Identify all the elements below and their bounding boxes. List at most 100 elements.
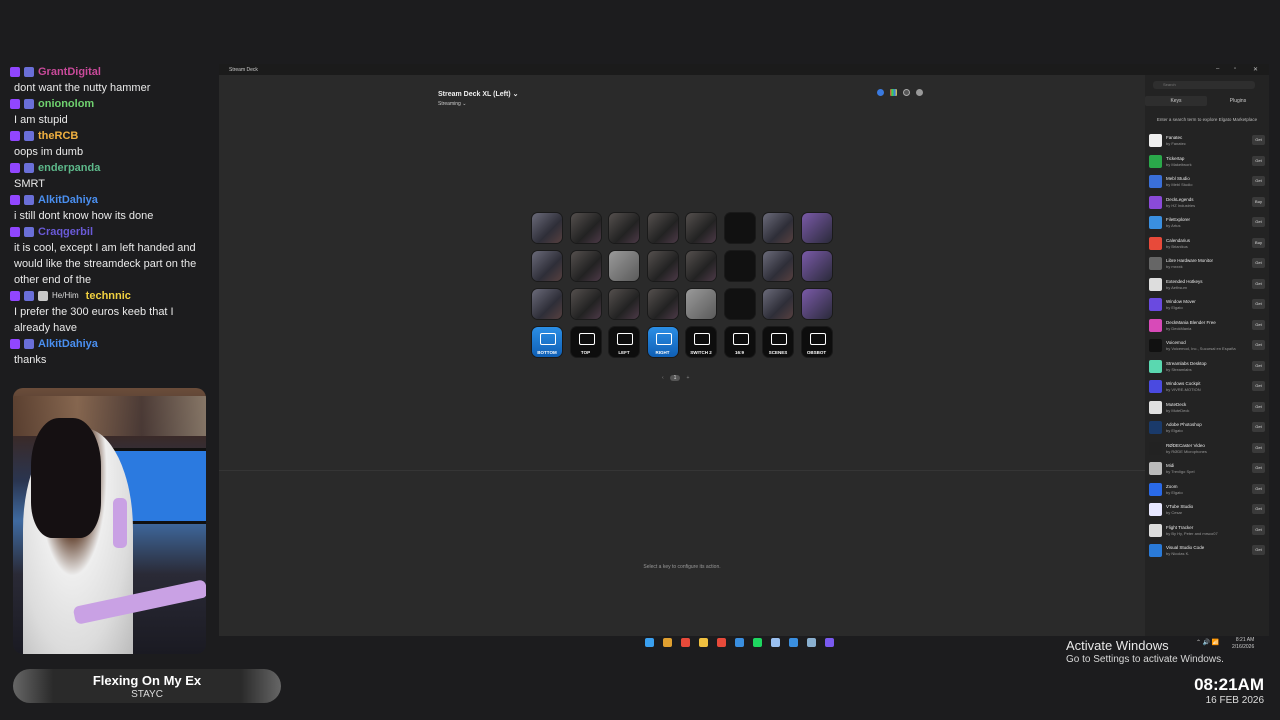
- deck-key[interactable]: OBSBOT: [801, 327, 832, 357]
- bell-icon[interactable]: [877, 89, 884, 96]
- marketplace-icon[interactable]: [890, 89, 897, 96]
- plugin-item[interactable]: Adobe Photoshop by Elgato Get: [1149, 418, 1267, 439]
- plugin-item[interactable]: Windows Cockpit by VIVRE-MOTION Get: [1149, 377, 1267, 398]
- plugin-get-button[interactable]: Get: [1252, 176, 1265, 186]
- deck-key[interactable]: [532, 289, 562, 319]
- plugin-get-button[interactable]: Get: [1252, 360, 1265, 371]
- plugin-get-button[interactable]: Get: [1252, 319, 1265, 330]
- deck-key[interactable]: RIGHT: [647, 327, 678, 357]
- plugin-get-button[interactable]: Get: [1252, 258, 1265, 268]
- plugin-get-button[interactable]: Get: [1252, 504, 1265, 514]
- chat-username[interactable]: AlkitDahiya: [38, 336, 98, 352]
- search-input[interactable]: Search: [1153, 81, 1255, 89]
- plugin-item[interactable]: RØDECaster Video by RØDE Microphones Get: [1149, 439, 1267, 460]
- deck-key[interactable]: [609, 213, 639, 243]
- plugin-get-button[interactable]: Buy: [1252, 237, 1265, 248]
- plugin-item[interactable]: Zoom by Elgato Get: [1149, 480, 1267, 501]
- plugin-item[interactable]: Libre Hardware Monitor by mxxxk Get: [1149, 254, 1267, 275]
- tab-plugins[interactable]: Plugins: [1207, 96, 1269, 106]
- prev-page-icon[interactable]: ‹: [662, 375, 664, 381]
- tab-keys[interactable]: Keys: [1145, 96, 1207, 106]
- app2-icon[interactable]: [771, 638, 780, 647]
- deck-key[interactable]: [532, 213, 562, 243]
- plugin-get-button[interactable]: Get: [1252, 135, 1265, 145]
- plugin-get-button[interactable]: Get: [1252, 278, 1265, 289]
- tray-clock[interactable]: 8:21 AM 2/16/2026: [1232, 637, 1254, 651]
- plugin-get-button[interactable]: Get: [1252, 155, 1265, 166]
- deck-key[interactable]: [724, 289, 755, 319]
- chat-username[interactable]: GrantDigital: [38, 64, 101, 80]
- deck-key[interactable]: [647, 251, 678, 281]
- plugin-get-button[interactable]: Get: [1252, 524, 1265, 535]
- deck-key[interactable]: BOTTOM: [532, 327, 562, 357]
- plugin-get-button[interactable]: Get: [1252, 401, 1265, 412]
- avatar[interactable]: [916, 89, 923, 96]
- browser-icon[interactable]: [663, 638, 672, 647]
- deck-key[interactable]: [686, 289, 716, 319]
- plugin-item[interactable]: FileExplorer by Artus Get: [1149, 213, 1267, 234]
- plugin-item[interactable]: DeckMania Blender Free by DeckMania Get: [1149, 316, 1267, 337]
- deck-key[interactable]: [647, 213, 678, 243]
- plugin-get-button[interactable]: Get: [1252, 442, 1265, 453]
- deck-key[interactable]: SWITCH 2: [686, 327, 716, 357]
- chat-username[interactable]: Craqgerbil: [38, 224, 93, 240]
- deck-key[interactable]: [724, 213, 755, 243]
- plugin-get-button[interactable]: Get: [1252, 381, 1265, 391]
- chat-username[interactable]: onionolom: [38, 96, 94, 112]
- plugin-get-button[interactable]: Get: [1252, 340, 1265, 350]
- plugin-item[interactable]: Flight Tracker by By Hy, Peter and mrsco0…: [1149, 521, 1267, 542]
- app4-icon[interactable]: [807, 638, 816, 647]
- plugin-item[interactable]: Voicemod by Voicemod, Inc., Sucursal en E…: [1149, 336, 1267, 357]
- grid-icon[interactable]: [825, 638, 834, 647]
- plugin-item[interactable]: Midi by Trevligo Spel Get: [1149, 459, 1267, 480]
- maximize-button[interactable]: ▫: [1234, 66, 1236, 72]
- plugin-item[interactable]: DeckLegends by HZ Industries Buy: [1149, 193, 1267, 214]
- plugin-get-button[interactable]: Get: [1252, 483, 1265, 494]
- plugin-item[interactable]: Visual Studio Code by Nicolas K. Get: [1149, 541, 1267, 562]
- plugin-item[interactable]: Streamlabs Desktop by Streamlabs Get: [1149, 357, 1267, 378]
- plugin-item[interactable]: Window Mover by Elgato Get: [1149, 295, 1267, 316]
- deck-key[interactable]: [570, 251, 601, 281]
- chat-username[interactable]: technnic: [86, 288, 131, 304]
- deck-key[interactable]: [686, 213, 716, 243]
- deck-key[interactable]: TOP: [570, 327, 601, 357]
- deck-key[interactable]: [570, 289, 601, 319]
- plugin-item[interactable]: MuteDeck by MuteDeck Get: [1149, 398, 1267, 419]
- app3-icon[interactable]: [789, 638, 798, 647]
- chat-username[interactable]: AlkitDahiya: [38, 192, 98, 208]
- chat-username[interactable]: theRCB: [38, 128, 78, 144]
- deck-key[interactable]: [801, 213, 832, 243]
- deck-key[interactable]: LEFT: [609, 327, 639, 357]
- plugin-item[interactable]: Fanatec by Fanatec Get: [1149, 131, 1267, 152]
- folder-icon[interactable]: [699, 638, 708, 647]
- spotify-icon[interactable]: [753, 638, 762, 647]
- profile-selector[interactable]: Streaming ⌄: [438, 101, 466, 107]
- deck-key[interactable]: [763, 251, 793, 281]
- deck-key[interactable]: [686, 251, 716, 281]
- plugin-get-button[interactable]: Get: [1252, 463, 1265, 473]
- app-icon[interactable]: [717, 638, 726, 647]
- plugin-get-button[interactable]: Get: [1252, 217, 1265, 227]
- deck-key[interactable]: [801, 289, 832, 319]
- minimize-button[interactable]: –: [1216, 66, 1219, 72]
- deck-key[interactable]: [724, 251, 755, 281]
- deck-key[interactable]: 16:9: [724, 327, 755, 357]
- deck-key[interactable]: [609, 289, 639, 319]
- plugin-item[interactable]: Calendarius by Brianikus Buy: [1149, 234, 1267, 255]
- deck-key[interactable]: [801, 251, 832, 281]
- deck-key[interactable]: [763, 213, 793, 243]
- deck-key[interactable]: [609, 251, 639, 281]
- chat-username[interactable]: enderpanda: [38, 160, 100, 176]
- start-icon[interactable]: [645, 638, 654, 647]
- deck-key[interactable]: [647, 289, 678, 319]
- plugin-item[interactable]: Mebl Studio by Mebl Studio Get: [1149, 172, 1267, 193]
- chrome-icon[interactable]: [681, 638, 690, 647]
- plugin-get-button[interactable]: Buy: [1252, 196, 1265, 207]
- plugin-get-button[interactable]: Get: [1252, 545, 1265, 555]
- plugin-get-button[interactable]: Get: [1252, 299, 1265, 309]
- close-button[interactable]: ✕: [1253, 66, 1258, 73]
- settings-icon[interactable]: [903, 89, 910, 96]
- deck-key[interactable]: [570, 213, 601, 243]
- plugin-item[interactable]: Extended Hotkeys by Aethsum Get: [1149, 275, 1267, 296]
- add-page-icon[interactable]: +: [686, 375, 689, 381]
